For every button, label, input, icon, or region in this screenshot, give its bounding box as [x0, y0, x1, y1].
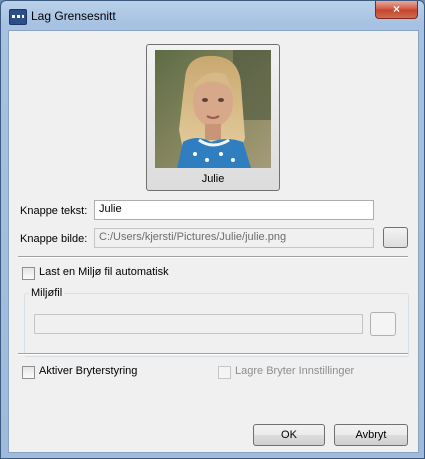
divider-2	[18, 353, 408, 355]
portrait-button[interactable]: Julie	[146, 44, 280, 191]
dialog-body: Julie Knappe tekst: Julie Knappe bilde: …	[8, 30, 419, 453]
browse-env-button[interactable]	[370, 312, 396, 336]
title-bar[interactable]: Lag Grensesnitt ×	[1, 1, 424, 31]
env-file-group-title: Miljøfil	[29, 287, 65, 299]
button-image-path[interactable]: C:/Users/kjersti/Pictures/Julie/julie.pn…	[94, 228, 374, 248]
girl-portrait-icon	[155, 50, 271, 168]
env-file-path[interactable]	[34, 314, 363, 334]
save-switch-label: Lagre Bryter Innstillinger	[235, 365, 355, 377]
auto-load-checkbox[interactable]	[22, 267, 35, 280]
browse-image-button[interactable]	[383, 227, 408, 248]
switch-control-checkbox[interactable]	[22, 366, 35, 379]
auto-load-label: Last en Miljø fil automatisk	[39, 266, 169, 278]
button-text-label: Knappe tekst:	[20, 205, 88, 217]
dialog-window: Lag Grensesnitt × Julie Knappe tekst: Ju…	[0, 0, 425, 459]
save-switch-checkbox[interactable]	[218, 366, 231, 379]
button-text-input[interactable]: Julie	[94, 200, 374, 220]
app-icon	[9, 9, 27, 25]
window-title: Lag Grensesnitt	[31, 9, 116, 23]
close-button[interactable]: ×	[375, 1, 418, 19]
cancel-button[interactable]: Avbryt	[334, 424, 408, 446]
switch-control-label: Aktiver Bryterstyring	[39, 365, 138, 377]
close-icon: ×	[392, 2, 400, 16]
button-image-label: Knappe bilde:	[20, 233, 88, 245]
portrait-photo	[155, 50, 271, 168]
ok-button[interactable]: OK	[253, 424, 325, 446]
divider	[18, 256, 408, 258]
portrait-caption: Julie	[201, 173, 225, 185]
